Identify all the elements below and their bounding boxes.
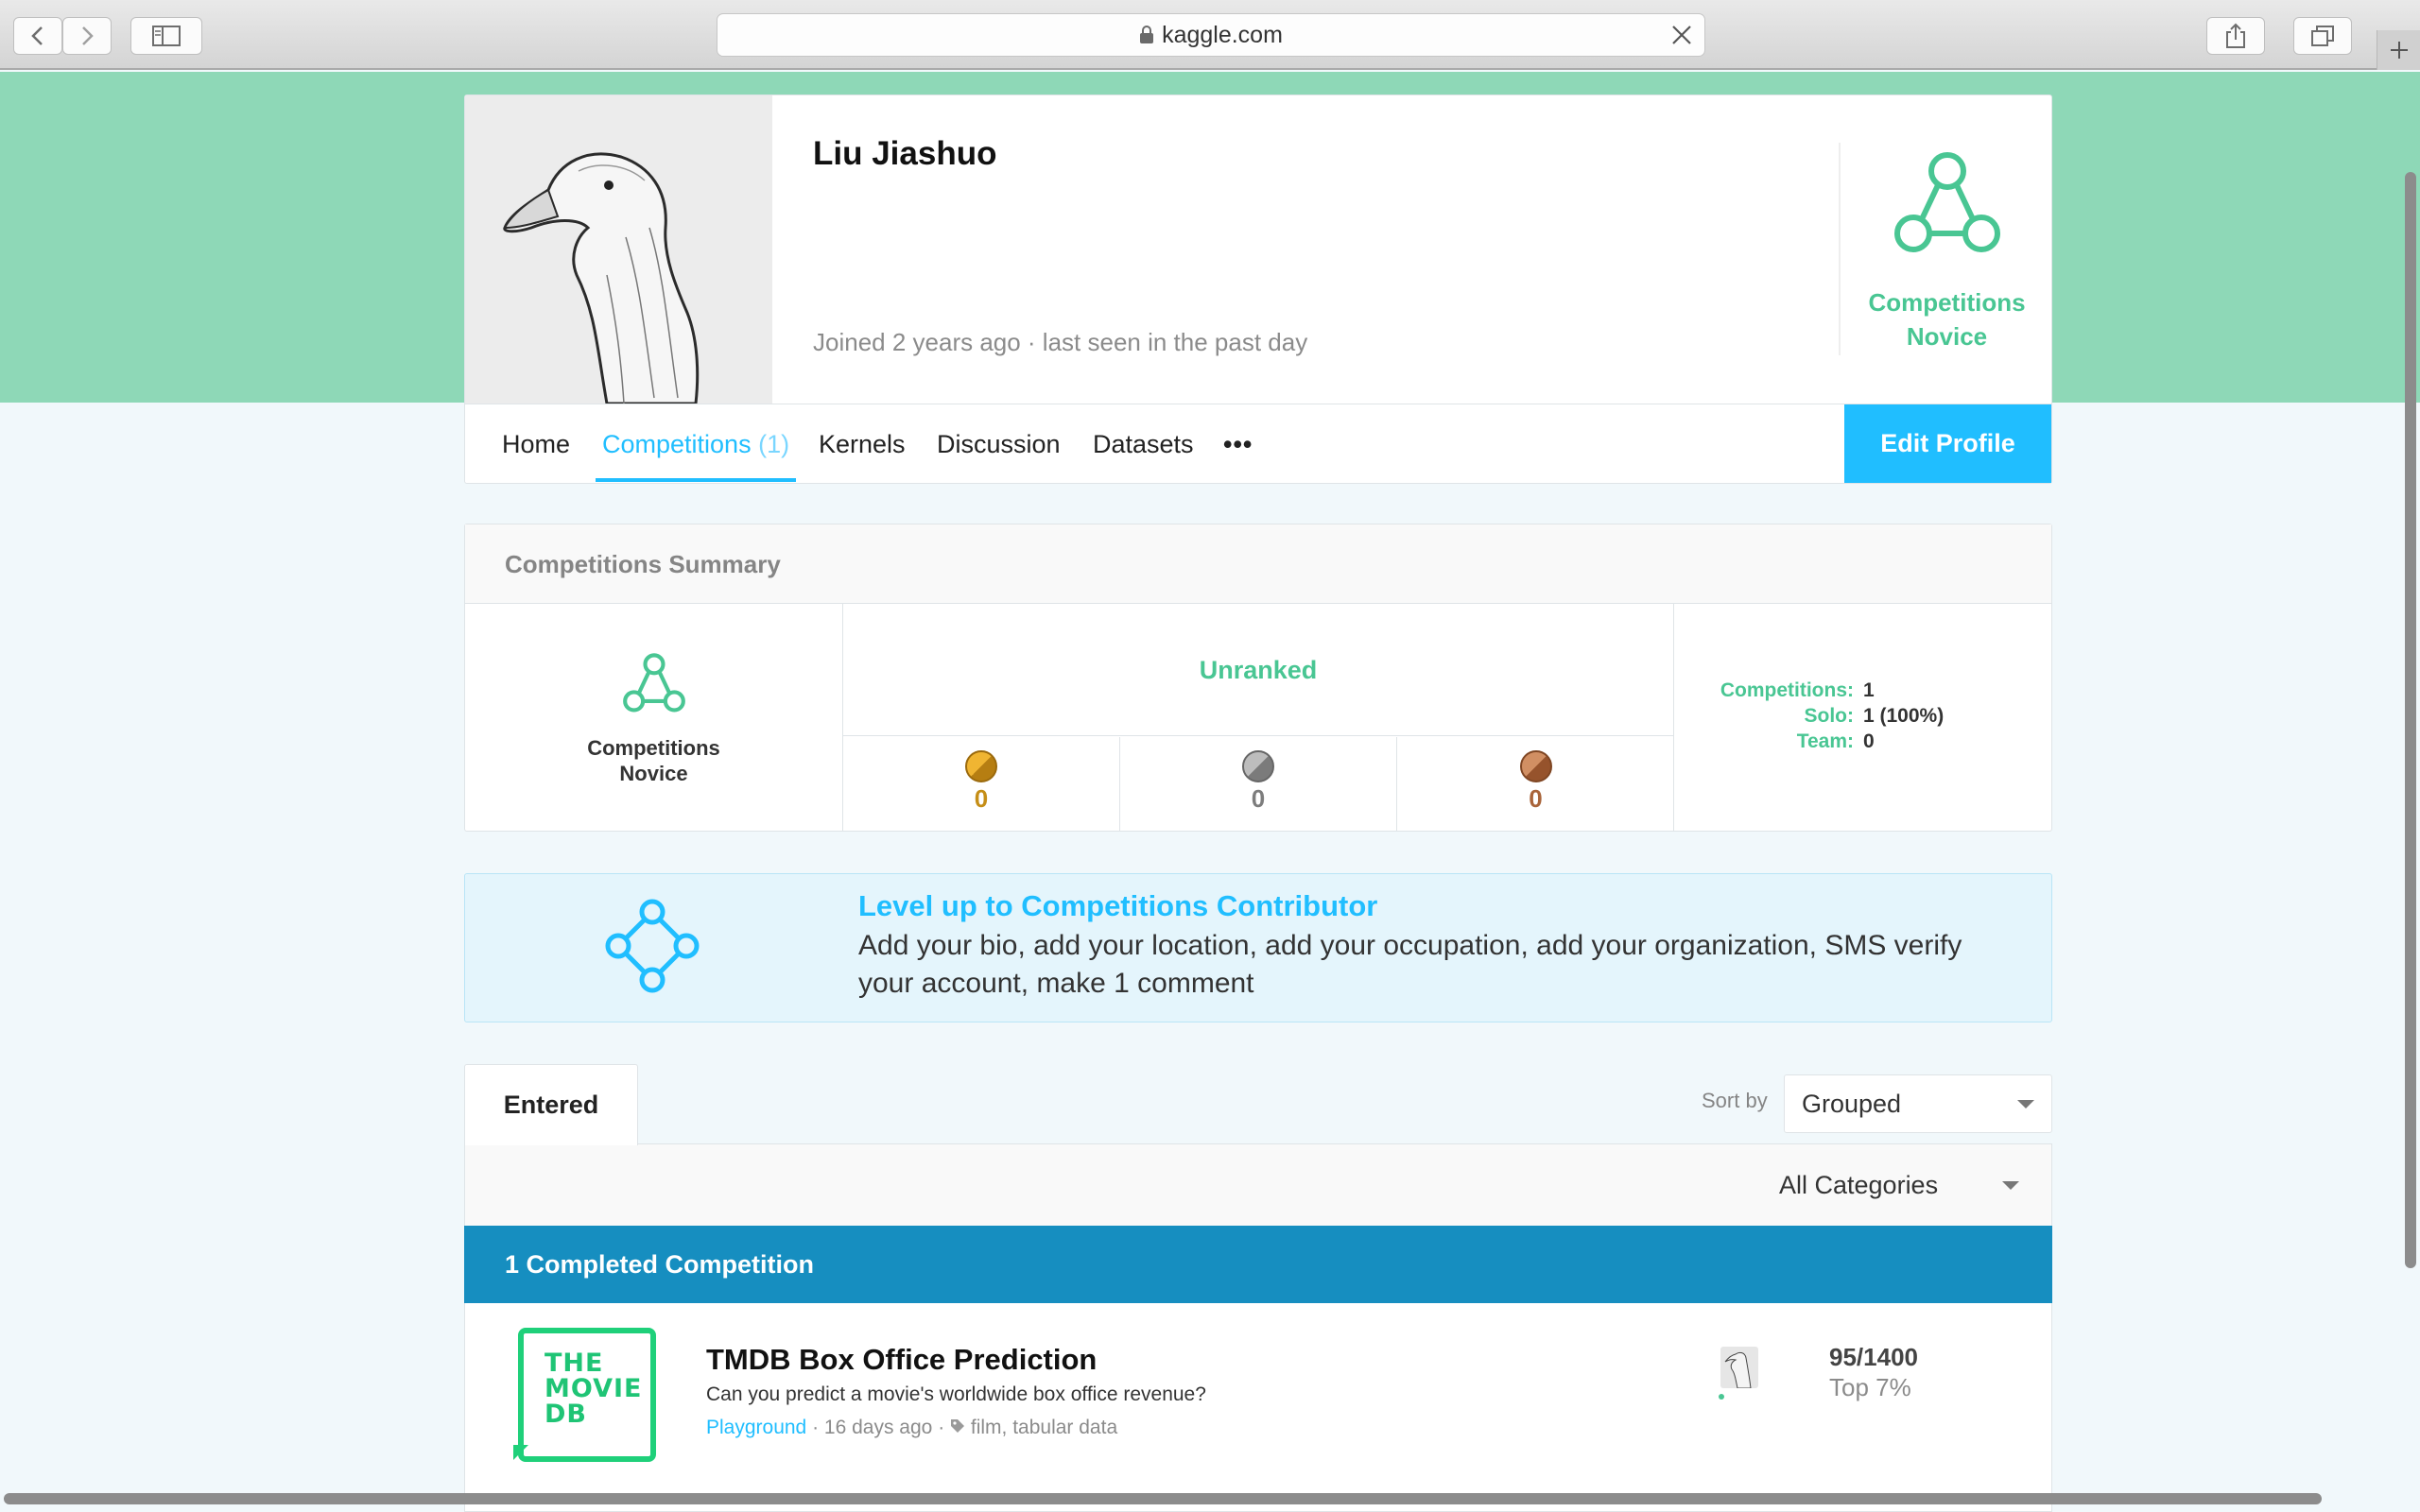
url-text: kaggle.com: [1162, 21, 1283, 48]
competition-logo: THE MOVIE DB: [518, 1328, 656, 1462]
profile-joined-text: Joined 2 years ago · last seen in the pa…: [813, 328, 1308, 356]
summary-stats: Competitions: 1 Solo: 1 (100%) Team: 0: [1720, 679, 1945, 752]
competition-meta: Playground · 16 days ago · film, tabular…: [706, 1417, 1117, 1439]
list-item[interactable]: THE MOVIE DB TMDB Box Office Prediction …: [464, 1303, 2052, 1512]
summary-rank: Unranked 0 0 0: [843, 604, 1674, 831]
clear-icon[interactable]: [1670, 24, 1693, 53]
forward-icon: [82, 26, 94, 45]
competition-percentile: Top 7%: [1829, 1373, 1911, 1401]
competition-title[interactable]: TMDB Box Office Prediction: [706, 1343, 1097, 1377]
address-bar[interactable]: kaggle.com: [717, 13, 1705, 57]
tier-badge[interactable]: Competitions Novice: [1841, 152, 2053, 353]
new-tab-button[interactable]: [2377, 30, 2420, 70]
profile-avatar[interactable]: [465, 95, 772, 404]
logo-tail: [513, 1445, 528, 1460]
tab-datasets[interactable]: Datasets: [1093, 404, 1194, 484]
back-button[interactable]: [13, 17, 62, 55]
competition-rank: 95/1400: [1829, 1343, 1918, 1371]
edit-profile-button[interactable]: Edit Profile: [1844, 404, 2051, 483]
tab-home[interactable]: Home: [502, 404, 570, 484]
competition-tags[interactable]: film, tabular data: [971, 1417, 1117, 1438]
level-up-banner: Level up to Competitions Contributor Add…: [464, 873, 2052, 1022]
silver-medal-icon: [1242, 750, 1274, 782]
meta-separator: ·: [812, 1417, 824, 1438]
category-filter-select[interactable]: All Categories: [1779, 1163, 2044, 1207]
profile-card: Liu Jiashuo Joined 2 years ago · last se…: [464, 94, 2052, 484]
tab-entered[interactable]: Entered: [464, 1064, 638, 1145]
level-up-requirements: Add your bio, add your location, add you…: [858, 930, 1962, 999]
sidebar-icon: [152, 26, 181, 46]
lock-icon: [1139, 26, 1154, 44]
competitions-tier-icon: [1893, 152, 2000, 252]
summary-title: Competitions Summary: [465, 524, 2051, 604]
back-icon: [31, 26, 43, 45]
share-icon: [2226, 23, 2245, 48]
summary-tier: Competitions Novice: [465, 604, 843, 831]
chevron-down-icon: [2002, 1181, 2019, 1190]
filter-bar: All Categories: [464, 1143, 2052, 1226]
tier-label: Competitions Novice: [1868, 288, 2026, 351]
bronze-medal-icon: [1519, 750, 1552, 782]
profile-name: Liu Jiashuo: [813, 135, 997, 172]
tab-discussion[interactable]: Discussion: [937, 404, 1061, 484]
gold-medal-count: 0: [843, 737, 1120, 831]
meta-separator: ·: [938, 1417, 951, 1438]
level-up-title[interactable]: Level up to Competitions Contributor: [858, 889, 1377, 923]
tabs-icon: [2311, 26, 2334, 46]
forward-button[interactable]: [62, 17, 112, 55]
competition-age: 16 days ago: [823, 1417, 933, 1438]
vertical-scrollbar[interactable]: [2405, 172, 2416, 1268]
online-indicator: [1719, 1394, 1724, 1400]
tabs-button[interactable]: [2293, 17, 2352, 55]
goose-avatar-icon: [1724, 1351, 1752, 1388]
bronze-medal-count: 0: [1397, 737, 1674, 831]
competition-category-link[interactable]: Playground: [706, 1417, 806, 1438]
tab-competitions[interactable]: Competitions (1): [596, 404, 797, 482]
sort-by-label: Sort by: [1702, 1089, 1768, 1112]
gold-medal-icon: [965, 750, 997, 782]
group-header: 1 Completed Competition: [464, 1226, 2052, 1303]
horizontal-scrollbar[interactable]: [4, 1493, 2322, 1504]
competitions-tier-icon: [622, 653, 685, 713]
contributor-tier-icon: [605, 899, 700, 993]
share-button[interactable]: [2206, 17, 2265, 55]
tab-kernels[interactable]: Kernels: [819, 404, 906, 484]
tag-icon: [950, 1417, 965, 1438]
team-avatar[interactable]: [1720, 1347, 1758, 1388]
sidebar-button[interactable]: [130, 17, 202, 55]
competition-description: Can you predict a movie's worldwide box …: [706, 1383, 1206, 1405]
profile-nav: Home Competitions (1) Kernels Discussion…: [465, 404, 2051, 483]
browser-toolbar: kaggle.com: [0, 0, 2420, 70]
chevron-down-icon: [2017, 1100, 2034, 1108]
goose-avatar-icon: [503, 152, 700, 404]
rank-status: Unranked: [843, 604, 1673, 736]
silver-medal-count: 0: [1120, 737, 1397, 831]
new-tab-icon: [2390, 42, 2408, 59]
summary-tier-label: Competitions Novice: [587, 736, 720, 785]
more-menu-icon[interactable]: •••: [1223, 404, 1253, 484]
sort-select[interactable]: Grouped: [1784, 1074, 2052, 1133]
competitions-summary: Competitions Summary Competitions Novice…: [464, 524, 2052, 832]
